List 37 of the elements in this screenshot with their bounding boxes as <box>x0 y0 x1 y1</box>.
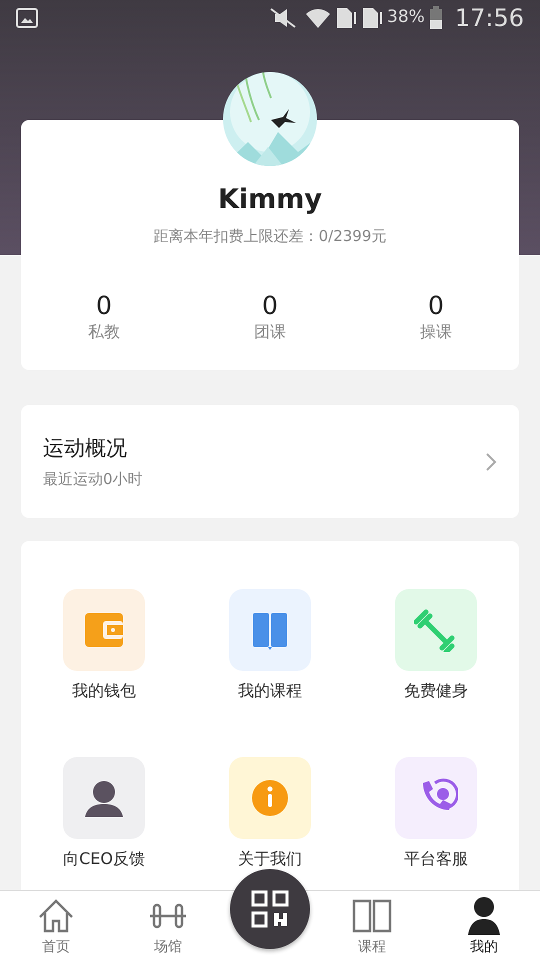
stat-label: 操课 <box>420 320 452 342</box>
sim-icon <box>361 6 384 30</box>
wifi-icon <box>305 6 332 30</box>
qr-code-icon <box>250 889 290 929</box>
user-name: Kimmy <box>216 183 324 217</box>
menu-tile[interactable] <box>63 589 145 671</box>
stat-value: 0 <box>428 292 444 320</box>
tab-item[interactable]: 我的 <box>434 895 534 958</box>
battery-icon <box>428 6 443 30</box>
stat-value: 0 <box>262 292 278 320</box>
tab-item[interactable]: 课程 <box>322 895 422 958</box>
fee-limit-text: 距离本年扣费上限还差：0/2399元 <box>152 226 388 246</box>
menu-tile[interactable] <box>229 757 311 839</box>
menu-label: 平台客服 <box>404 848 468 870</box>
image-icon <box>16 8 38 28</box>
tab-item[interactable]: 场馆 <box>118 895 218 958</box>
menu-tile[interactable] <box>229 589 311 671</box>
chevron-right-icon <box>485 452 497 472</box>
stat-label: 团课 <box>254 320 286 342</box>
tab-item[interactable]: 首页 <box>6 895 106 958</box>
exercise-summary-row[interactable]: 运动概况 最近运动0小时 <box>21 405 519 518</box>
section-title: 运动概况 <box>43 434 128 462</box>
scan-button[interactable] <box>230 869 310 949</box>
menu-tile[interactable] <box>63 757 145 839</box>
sim-icon <box>335 6 358 30</box>
menu-tile[interactable] <box>395 589 477 671</box>
clock-time: 17:56 <box>454 3 524 34</box>
menu-label: 我的课程 <box>238 680 302 702</box>
menu-tile[interactable] <box>395 757 477 839</box>
menu-label: 我的钱包 <box>72 680 136 702</box>
battery-percent: 38% <box>387 6 425 30</box>
section-subtitle: 最近运动0小时 <box>43 469 143 490</box>
menu-label: 关于我们 <box>238 848 302 870</box>
menu-label: 向CEO反馈 <box>63 848 145 870</box>
stat-value: 0 <box>96 292 112 320</box>
stat-label: 私教 <box>88 320 120 342</box>
menu-label: 免费健身 <box>404 680 468 702</box>
